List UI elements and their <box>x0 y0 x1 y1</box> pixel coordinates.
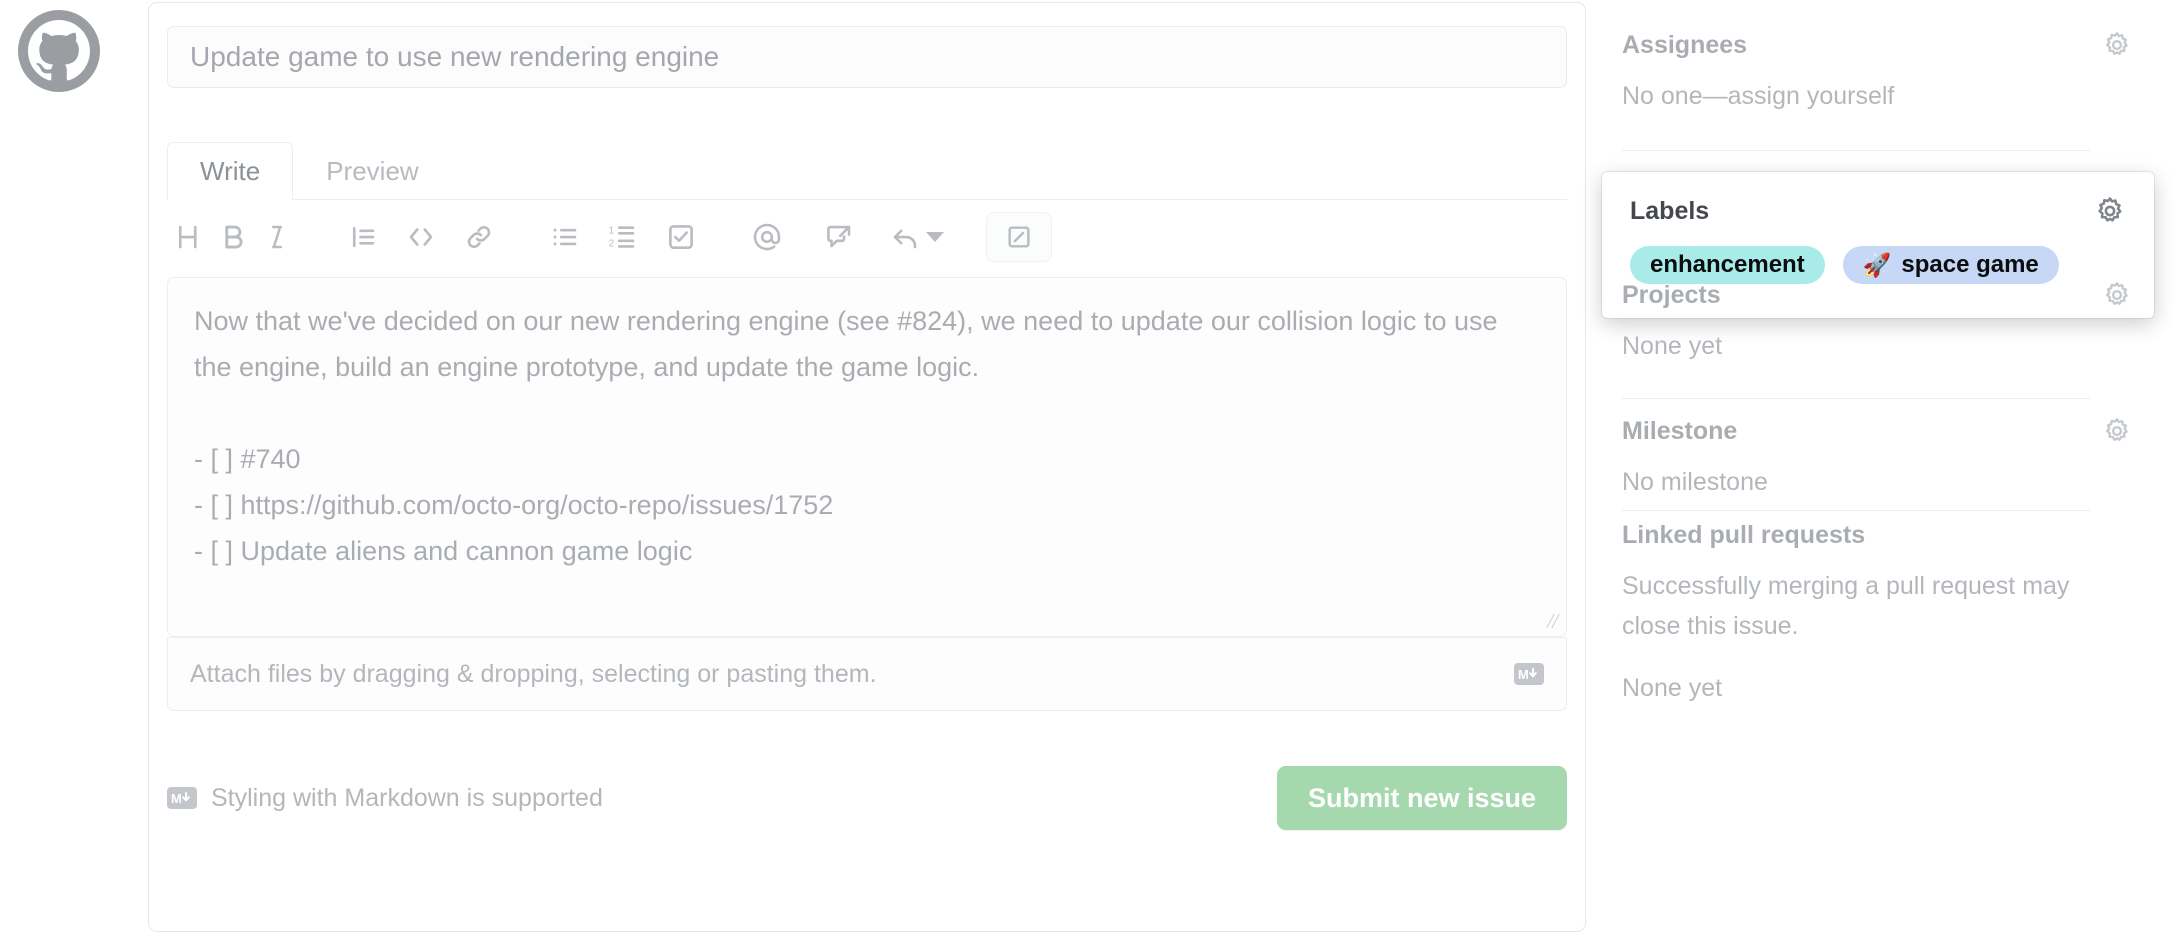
issue-sidebar: Assignees No one—assign yourself Labels <box>1602 0 2154 952</box>
milestone-value: No milestone <box>1622 468 1768 496</box>
chevron-down-icon[interactable] <box>926 232 944 242</box>
italic-icon[interactable] <box>255 215 299 259</box>
attach-files-dropzone[interactable]: Attach files by dragging & dropping, sel… <box>167 637 1567 711</box>
issue-form-footer: M Styling with Markdown is supported Sub… <box>167 748 1567 848</box>
sidebar-divider-1 <box>1622 150 2090 151</box>
markdown-icon: M <box>1514 663 1544 685</box>
svg-text:M: M <box>171 791 182 806</box>
sidebar-section-assignees: Assignees No one—assign yourself <box>1622 28 2132 116</box>
issue-body-text: Now that we've decided on our new render… <box>194 306 1498 566</box>
label-chip-text: enhancement <box>1650 251 1805 278</box>
attach-files-hint: Attach files by dragging & dropping, sel… <box>190 659 877 688</box>
sidebar-divider-3 <box>1622 510 2090 511</box>
unordered-list-icon[interactable] <box>543 215 587 259</box>
label-chip-text: space game <box>1901 251 2039 278</box>
linked-pr-description: Successfully merging a pull request may … <box>1622 572 2070 640</box>
markdown-toolbar: 1 2 <box>167 200 1567 274</box>
assignees-header: Assignees <box>1622 28 2132 62</box>
ordered-list-icon[interactable]: 1 2 <box>601 215 645 259</box>
code-icon[interactable] <box>399 215 443 259</box>
sidebar-section-milestone: Milestone No milestone <box>1622 398 2132 502</box>
markdown-preview-toggle-icon[interactable] <box>986 212 1052 262</box>
textarea-resize-handle[interactable] <box>1540 612 1558 630</box>
linked-pr-header: Linked pull requests <box>1622 518 2132 552</box>
issue-body-textarea[interactable]: Now that we've decided on our new render… <box>167 277 1567 637</box>
projects-header: Projects <box>1622 278 2132 312</box>
new-issue-comment-box: Update game to use new rendering engine … <box>148 2 1586 932</box>
labels-header: Labels <box>1630 194 2126 228</box>
linked-pr-value: None yet <box>1622 674 1723 702</box>
assignees-title: Assignees <box>1622 30 1748 59</box>
rocket-icon: 🚀 <box>1862 251 1892 278</box>
gear-icon[interactable] <box>2102 30 2132 60</box>
link-icon[interactable] <box>457 215 501 259</box>
saved-reply-icon[interactable] <box>889 215 944 259</box>
sidebar-section-linked-pull-requests: Linked pull requests Successfully mergin… <box>1622 518 2132 708</box>
mention-icon[interactable] <box>745 215 789 259</box>
markdown-support-text: Styling with Markdown is supported <box>211 783 603 812</box>
milestone-title: Milestone <box>1622 416 1738 445</box>
github-octocat-icon <box>28 20 90 81</box>
heading-icon[interactable] <box>167 215 211 259</box>
svg-text:M: M <box>1518 667 1529 682</box>
tab-write[interactable]: Write <box>167 142 294 200</box>
cross-reference-icon[interactable] <box>817 215 861 259</box>
sidebar-section-projects: Projects None yet <box>1622 278 2132 366</box>
gear-icon[interactable] <box>2102 280 2132 310</box>
task-list-icon[interactable] <box>659 215 703 259</box>
assignees-value[interactable]: No one—assign yourself <box>1622 76 2132 116</box>
editor-tabs: Write Preview <box>167 142 1567 200</box>
projects-value: None yet <box>1622 332 1723 360</box>
projects-title: Projects <box>1622 280 1721 309</box>
issue-title-input[interactable]: Update game to use new rendering engine <box>167 26 1567 88</box>
milestone-header: Milestone <box>1622 414 2132 448</box>
submit-new-issue-button[interactable]: Submit new issue <box>1277 766 1567 830</box>
markdown-icon: M <box>167 787 197 809</box>
tab-preview[interactable]: Preview <box>293 142 451 199</box>
labels-title: Labels <box>1630 196 1710 225</box>
gear-icon[interactable] <box>2102 416 2132 446</box>
svg-text:1: 1 <box>609 225 615 236</box>
gear-icon[interactable] <box>2094 195 2126 227</box>
linked-pr-title: Linked pull requests <box>1622 520 1866 549</box>
avatar <box>18 10 100 92</box>
quote-icon[interactable] <box>341 215 385 259</box>
markdown-support-note[interactable]: M Styling with Markdown is supported <box>167 784 603 813</box>
bold-icon[interactable] <box>211 215 255 259</box>
svg-text:2: 2 <box>609 238 615 249</box>
